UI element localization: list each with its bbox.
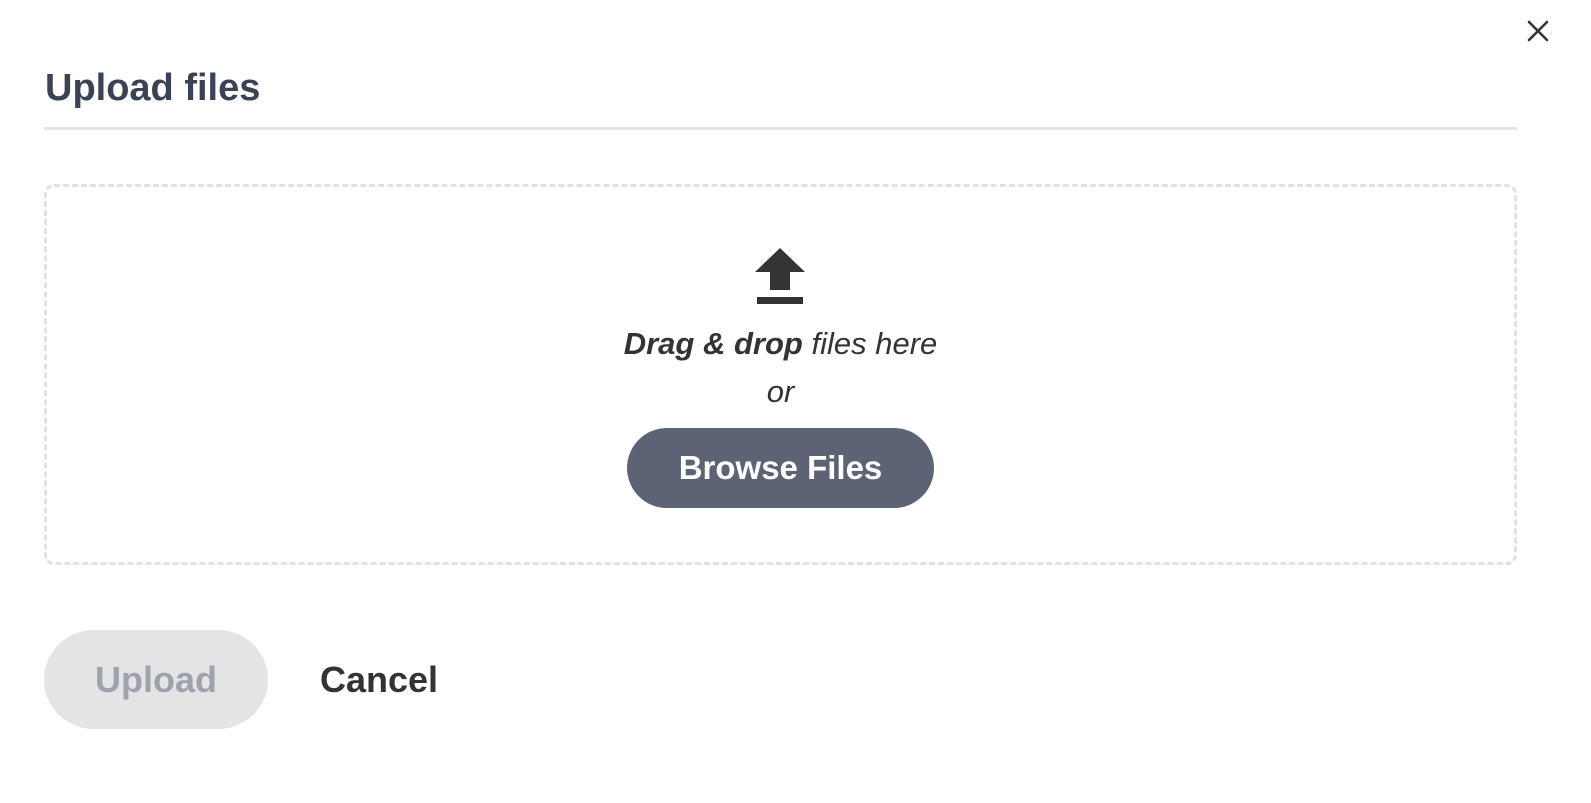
title-divider (44, 127, 1517, 130)
close-button[interactable] (1519, 12, 1557, 50)
drag-drop-bold: Drag & drop (623, 326, 803, 361)
or-text: or (766, 374, 795, 409)
upload-icon (755, 248, 805, 304)
drag-drop-text: Drag & drop files here (0, 324, 1561, 364)
upload-button[interactable]: Upload (44, 630, 268, 729)
dialog-title: Upload files (45, 67, 261, 109)
browse-files-button[interactable]: Browse Files (627, 428, 934, 508)
close-icon (1527, 20, 1549, 42)
cancel-button[interactable]: Cancel (300, 640, 458, 720)
drag-drop-rest: files here (802, 326, 938, 361)
